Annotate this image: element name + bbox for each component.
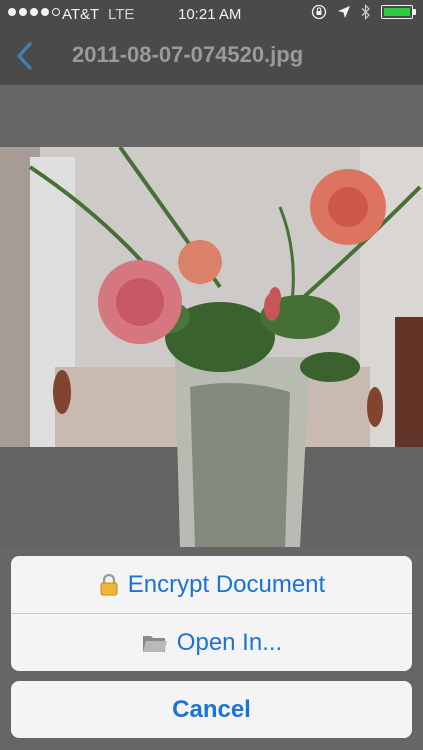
action-sheet: Encrypt Document Open In... [11,556,412,671]
chevron-left-icon [17,42,32,70]
network-type: LTE [108,6,135,23]
open-in-button[interactable]: Open In... [11,614,412,671]
battery-icon [381,5,416,19]
signal-strength-icon [8,8,60,16]
folder-icon [142,635,167,652]
padlock-icon [100,573,118,595]
status-time: 10:21 AM [178,6,242,23]
open-in-label: Open In... [176,628,283,656]
back-button[interactable] [12,38,42,74]
page-title: 2011-08-07-074520.jpg [72,42,304,67]
cancel-button[interactable]: Cancel [11,681,412,738]
navigation-bar: 2011-08-07-074520.jpg [0,28,423,85]
carrier-name: AT&T [62,6,100,23]
encrypt-document-label: Encrypt Document [127,570,326,598]
status-bar: AT&T LTE 10:21 AM [0,0,423,28]
location-arrow-icon [338,6,350,18]
bluetooth-icon [361,4,370,20]
lock-rotation-icon [311,4,327,20]
encrypt-document-button[interactable]: Encrypt Document [11,556,412,613]
